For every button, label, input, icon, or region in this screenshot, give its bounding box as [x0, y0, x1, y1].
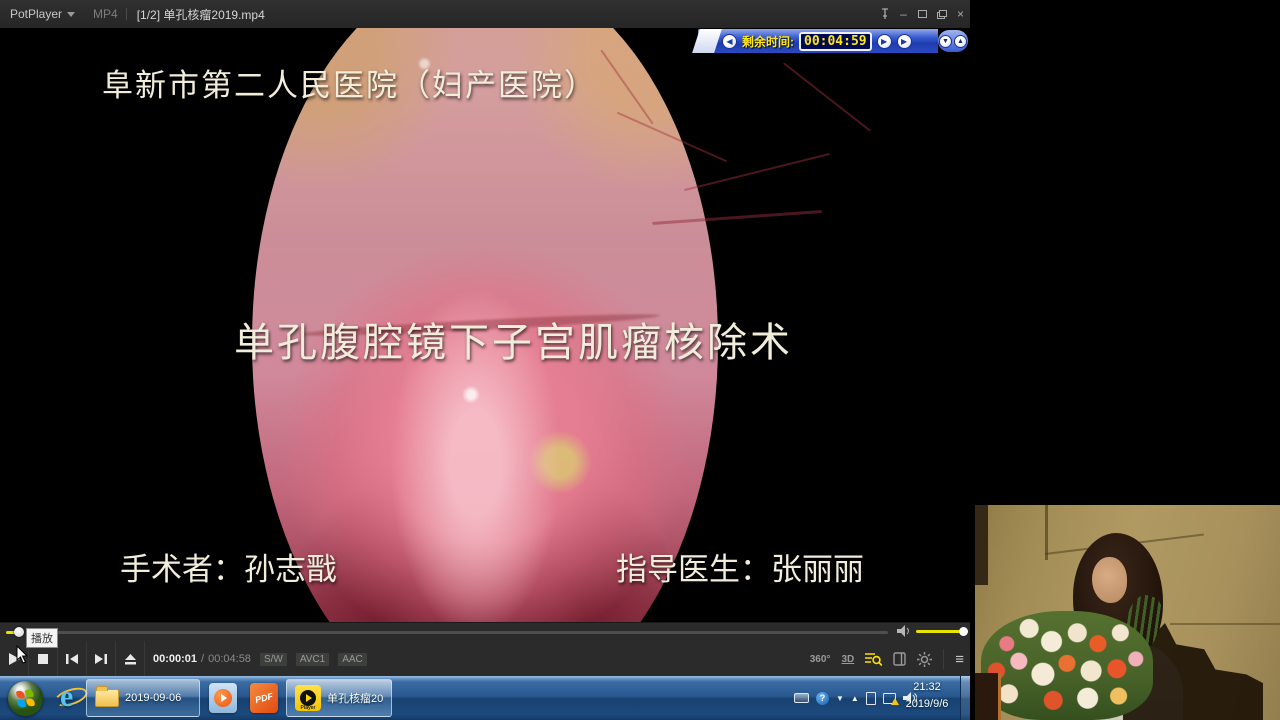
app-menu-button[interactable]: PotPlayer [0, 0, 85, 28]
timer-label: 剩余时间: [742, 33, 794, 50]
minimize-button[interactable]: – [894, 0, 913, 28]
clock-time: 21:32 [898, 679, 956, 696]
media-play-icon [214, 689, 232, 707]
settings-gear-icon[interactable] [917, 652, 932, 667]
3d-icon[interactable]: 3D [841, 654, 854, 665]
time-display: 00:00:01 / 00:04:58 S/W AVC1 AAC [153, 653, 367, 666]
playlist-panel-icon[interactable] [893, 652, 906, 666]
procedure-title: 单孔腹腔镜下子宫肌瘤核除术 [234, 310, 793, 368]
vessel-line [652, 210, 822, 225]
maximize-button[interactable] [913, 0, 932, 28]
volume-handle[interactable] [959, 627, 968, 636]
taskbar-item-folder[interactable]: 2019-09-06 [86, 679, 200, 717]
volume-slider[interactable] [916, 630, 964, 633]
pdf-icon: PDF [254, 691, 274, 705]
speaker-icon[interactable] [897, 625, 911, 637]
next-button[interactable] [87, 641, 116, 677]
right-icon-group: 360° 3D ≡ [810, 641, 964, 677]
timer-play-button[interactable]: ▶ [877, 34, 892, 49]
dual-view-button[interactable] [932, 0, 951, 28]
ie-icon: e [60, 680, 73, 714]
mouse-cursor [16, 645, 30, 670]
titlebar: PotPlayer MP4 [1/2] 单孔核瘤2019.mp4 – × [0, 0, 970, 28]
chevron-down-icon [67, 12, 75, 17]
time-separator: / [201, 653, 204, 665]
subtitle-search-icon[interactable] [865, 652, 882, 666]
previous-button[interactable] [58, 641, 87, 677]
divider [943, 649, 944, 669]
taskbar-item-ie[interactable]: e [54, 680, 90, 716]
flower-arrangement [981, 611, 1153, 720]
taskbar-item-media-player[interactable] [209, 683, 237, 713]
vessel-line [600, 50, 653, 125]
help-icon[interactable]: ? [816, 692, 829, 705]
eject-button[interactable] [116, 641, 145, 677]
camera-feed [975, 505, 1280, 720]
action-center-icon[interactable] [866, 692, 876, 705]
format-badge: MP4 [85, 7, 126, 21]
device-eject-icon[interactable]: ▼ [836, 694, 844, 703]
codec-badge: AVC1 [296, 653, 329, 666]
duration: 00:04:58 [208, 653, 251, 665]
timer-next-button[interactable]: ▶ [897, 34, 912, 49]
current-time: 00:00:01 [153, 653, 197, 665]
app-title: PotPlayer [10, 7, 62, 21]
video-area[interactable]: 阜新市第二人民医院（妇产医院） 单孔腹腔镜下子宫肌瘤核除术 手术者：孙志戬 指导… [0, 28, 970, 622]
file-title: [1/2] 单孔核瘤2019.mp4 [127, 6, 275, 23]
vessel-line [783, 62, 871, 131]
transport-row: 00:00:01 / 00:04:58 S/W AVC1 AAC 360° 3D… [0, 641, 970, 677]
window-controls: – × [875, 0, 970, 28]
menu-icon[interactable]: ≡ [955, 651, 964, 668]
advisor-caption: 指导医生：张丽丽 [616, 544, 864, 589]
show-hidden-icons[interactable]: ▲ [851, 694, 859, 703]
taskbar-clock[interactable]: 21:32 2019/9/6 [898, 679, 956, 713]
speaker-face [1092, 557, 1127, 603]
hospital-caption: 阜新市第二人民医院（妇产医院） [102, 60, 597, 105]
audio-badge: AAC [338, 653, 367, 666]
vr-360-icon[interactable]: 360° [810, 654, 831, 665]
potplayer-label: 单孔核瘤2019.m... [327, 690, 383, 706]
keyboard-icon[interactable] [794, 693, 809, 703]
seek-row [0, 623, 970, 641]
vessel-line [684, 153, 830, 191]
start-button[interactable] [8, 681, 43, 716]
seek-handle[interactable] [14, 627, 24, 637]
wall-shadow [975, 505, 988, 585]
network-warning-icon[interactable] [883, 693, 896, 704]
taskbar-item-potplayer[interactable]: Player 单孔核瘤2019.m... [286, 679, 392, 717]
decoder-badge: S/W [260, 653, 287, 666]
volume-group [897, 625, 964, 637]
screen: PotPlayer MP4 [1/2] 单孔核瘤2019.mp4 – × 阜新市… [0, 0, 1280, 720]
player-controlbar: 播放 00:00:01 / 00:04:58 [0, 622, 970, 676]
play-tooltip: 播放 [26, 628, 58, 648]
pin-icon[interactable] [875, 0, 894, 28]
folder-label: 2019-09-06 [125, 692, 181, 704]
timer-value: 00:04:59 [799, 32, 872, 51]
clock-date: 2019/9/6 [898, 696, 956, 713]
wall-seam [1170, 623, 1280, 625]
timer-back-button[interactable]: ◀ [722, 34, 737, 49]
potplayer-icon: Player [295, 685, 321, 711]
windows-logo-icon [16, 689, 35, 708]
vessel-line [617, 112, 727, 163]
surgeon-caption: 手术者：孙志戬 [120, 544, 337, 589]
taskbar-item-pdf[interactable]: PDF [250, 683, 278, 713]
show-desktop-button[interactable] [960, 676, 970, 720]
seek-bar[interactable] [30, 631, 888, 634]
timer-expand-button[interactable]: ▲ [954, 35, 967, 48]
podium-corner [975, 673, 1001, 720]
folder-icon [95, 689, 119, 707]
timer-collapse-button[interactable]: ▼ [939, 35, 952, 48]
countdown-overlay: ◀ 剩余时间: 00:04:59 ▶ ▶ [698, 29, 938, 53]
countdown-collapse-pill: ▼ ▲ [938, 30, 968, 52]
close-button[interactable]: × [951, 0, 970, 28]
